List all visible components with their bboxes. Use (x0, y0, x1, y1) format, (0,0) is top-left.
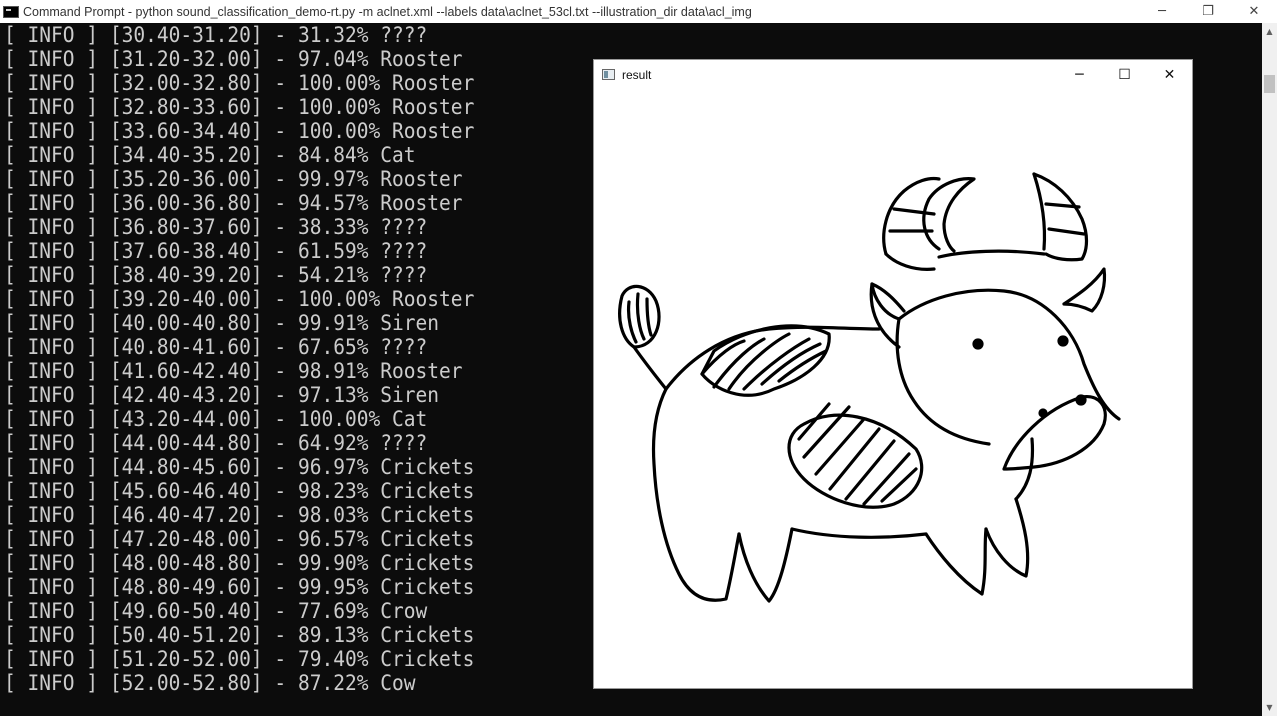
console-titlebar: Command Prompt - python sound_classifica… (0, 0, 1277, 23)
result-window[interactable]: result ─ ☐ ✕ (593, 59, 1193, 689)
cmd-app-icon (3, 5, 19, 18)
console-window-title: Command Prompt - python sound_classifica… (23, 4, 752, 19)
console-window-controls: ─ ❐ ✕ (1139, 0, 1277, 23)
cow-illustration (618, 172, 1121, 603)
cow-nostril-right (1075, 394, 1087, 406)
cow-nostril-left (1038, 408, 1048, 418)
result-window-title: result (622, 67, 652, 82)
close-button[interactable]: ✕ (1231, 0, 1277, 23)
scrollbar-thumb[interactable] (1264, 75, 1275, 93)
scroll-down-arrow-icon[interactable]: ▼ (1262, 699, 1277, 716)
cow-snout (1002, 395, 1107, 471)
restore-button[interactable]: ❐ (1185, 0, 1231, 23)
result-close-button[interactable]: ✕ (1147, 60, 1192, 89)
result-maximize-button[interactable]: ☐ (1102, 60, 1147, 89)
cow-eye-right (1057, 335, 1069, 347)
result-window-icon (602, 69, 615, 80)
cow-ear-right (1062, 267, 1107, 313)
cow-body (664, 325, 881, 391)
result-minimize-button[interactable]: ─ (1057, 60, 1102, 89)
cow-tail (632, 345, 668, 391)
scroll-up-arrow-icon[interactable]: ▲ (1262, 23, 1277, 40)
cow-eye-left (972, 338, 984, 350)
result-window-controls: ─ ☐ ✕ (1057, 60, 1192, 89)
cow-ear-left (870, 282, 906, 321)
minimize-button[interactable]: ─ (1139, 0, 1185, 23)
console-log-line: [ INFO ] [30.40-31.20] - 31.32% ???? (4, 23, 428, 47)
console-scrollbar[interactable]: ▲ ▼ (1262, 23, 1277, 716)
result-titlebar[interactable]: result ─ ☐ ✕ (594, 60, 1192, 89)
